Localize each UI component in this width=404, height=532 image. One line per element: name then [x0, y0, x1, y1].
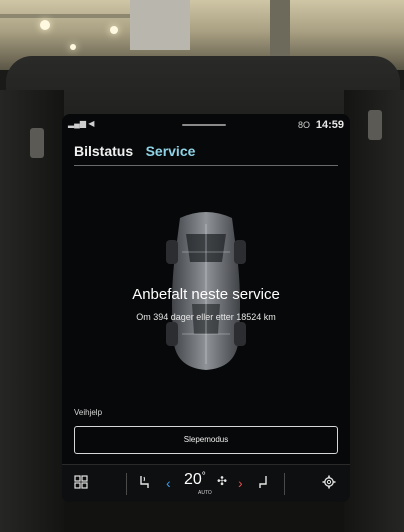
center-display: ▂▄▆ ◀ 8O 14:59 Bilstatus Service Anbefal… [62, 114, 350, 502]
tab-divider [74, 165, 338, 166]
duct [130, 0, 190, 50]
status-bar: ▂▄▆ ◀ 8O 14:59 [62, 114, 350, 136]
service-title: Anbefalt neste service [132, 286, 280, 303]
tab-bilstatus[interactable]: Bilstatus [74, 143, 133, 159]
roadside-assistance-label: Veihjelp [74, 408, 103, 417]
air-vent [30, 128, 44, 158]
temp-down-button[interactable]: ‹ [166, 475, 171, 491]
temperature-value: 20 [184, 471, 202, 488]
seat-icon[interactable] [258, 475, 270, 492]
ceiling-light [110, 26, 118, 34]
signal-icon: ▂▄▆ ◀ [68, 119, 95, 128]
fan-icon[interactable]: ✣ [217, 474, 227, 488]
network-icon: 8O [297, 120, 310, 130]
pull-down-handle[interactable] [182, 124, 226, 126]
bar-divider [284, 473, 285, 495]
ceiling-light [70, 44, 76, 50]
gear-icon[interactable] [322, 475, 336, 492]
temperature-unit: ° [201, 471, 206, 482]
pillar [270, 0, 290, 60]
seat-heat-icon[interactable] [138, 475, 150, 492]
tab-bar: Bilstatus Service [74, 143, 203, 165]
apps-grid-icon[interactable] [74, 475, 88, 492]
tab-service[interactable]: Service [146, 143, 196, 159]
ceiling-light [40, 20, 50, 30]
ceiling-beam [0, 14, 140, 18]
climate-bar: ‹ 20° ✣ AUTO › [62, 464, 350, 502]
bar-divider [126, 473, 127, 495]
temperature-display[interactable]: 20° [184, 471, 206, 489]
dashboard-right [344, 90, 404, 532]
clock: 14:59 [315, 119, 344, 131]
air-vent [368, 110, 382, 140]
auto-mode-label: AUTO [198, 490, 212, 496]
tow-mode-button[interactable]: Slepemodus [74, 426, 338, 454]
service-subtitle: Om 394 dager eller etter 18524 km [136, 312, 276, 322]
temp-up-button[interactable]: › [238, 475, 243, 491]
